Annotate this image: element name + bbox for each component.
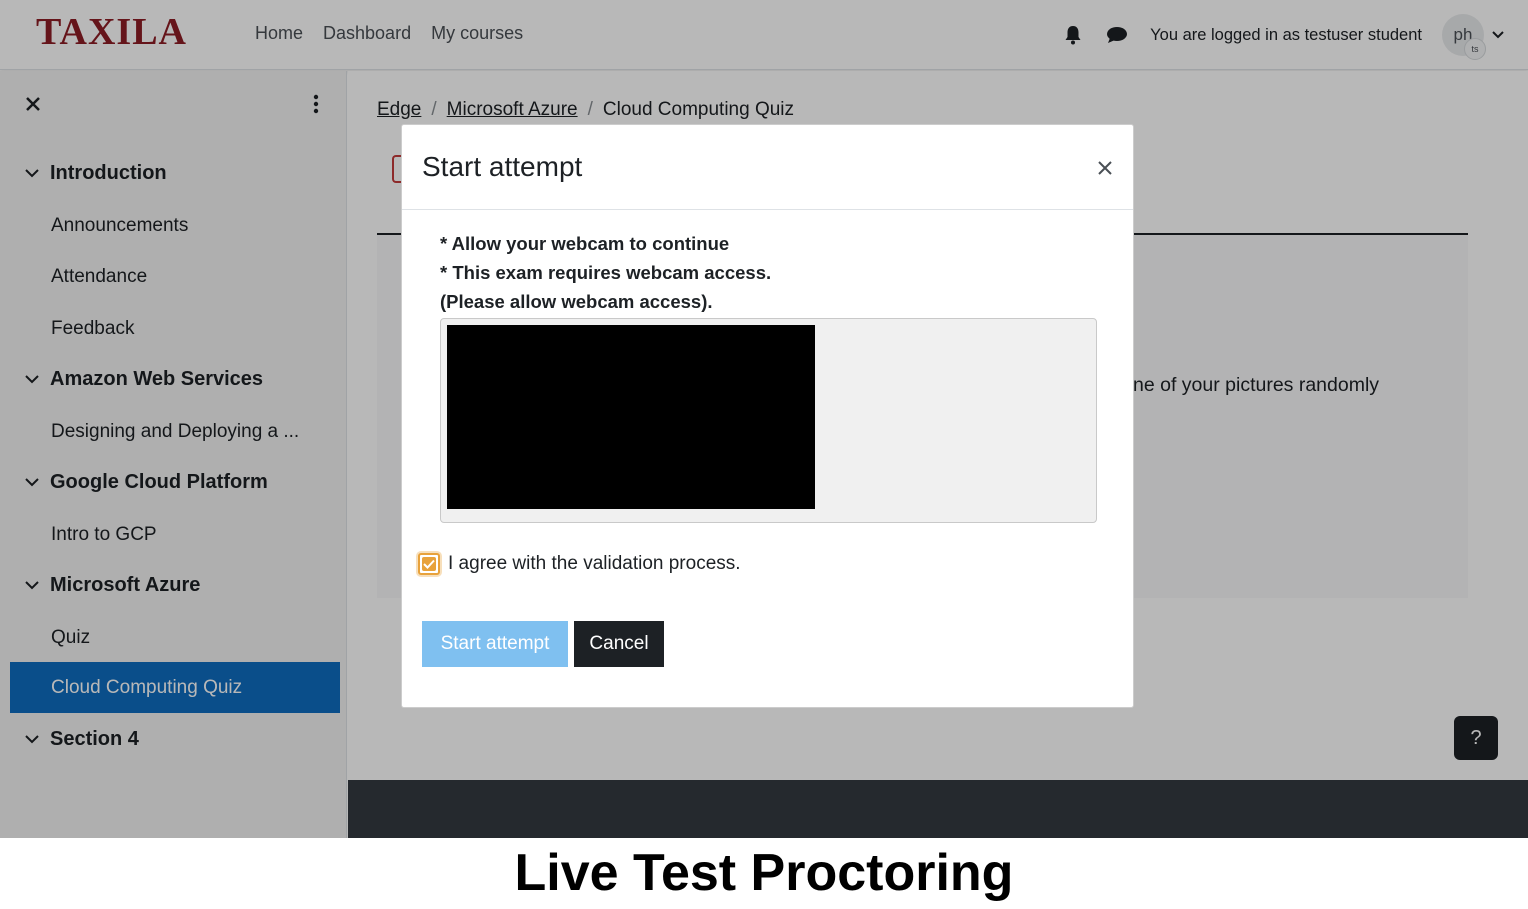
webcam-video: [447, 325, 815, 509]
webcam-notice-2: * This exam requires webcam access.: [440, 262, 772, 283]
webcam-notice-1: * Allow your webcam to continue: [440, 233, 730, 254]
lms-app: TAXILA Home Dashboard My courses You are…: [0, 0, 1528, 838]
webcam-preview-frame: [440, 318, 1097, 523]
agree-checkbox-row[interactable]: I agree with the validation process.: [418, 553, 741, 575]
webcam-notice-3: (Please allow webcam access).: [440, 291, 713, 312]
agree-label[interactable]: I agree with the validation process.: [448, 553, 741, 575]
checkmark-icon: [422, 557, 436, 571]
modal-title: Start attempt: [422, 151, 583, 182]
start-attempt-modal: Start attempt * Allow your webcam to con…: [401, 124, 1134, 708]
cancel-button[interactable]: Cancel: [574, 621, 664, 667]
start-attempt-button[interactable]: Start attempt: [422, 621, 568, 667]
caption-title: Live Test Proctoring: [514, 844, 1014, 902]
caption-area: Live Test Proctoring: [0, 838, 1528, 909]
close-icon[interactable]: [1094, 157, 1116, 179]
modal-header: Start attempt: [402, 125, 1133, 210]
agree-checkbox[interactable]: [418, 553, 440, 575]
